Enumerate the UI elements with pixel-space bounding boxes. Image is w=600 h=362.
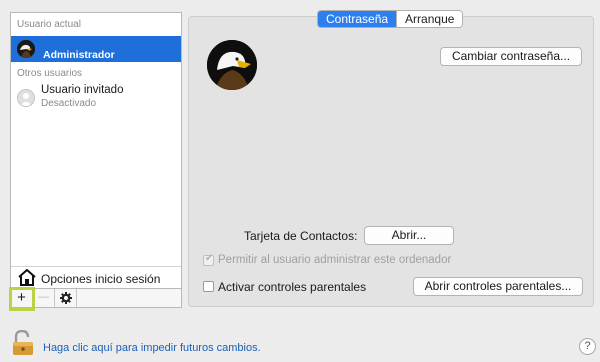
- eagle-avatar-icon: [17, 40, 35, 58]
- user-row-guest[interactable]: Usuario invitado Desactivado: [11, 82, 181, 112]
- user-status: Desactivado: [41, 98, 97, 109]
- parental-controls-checkbox[interactable]: [203, 281, 214, 292]
- house-icon: [18, 268, 36, 289]
- parental-controls-label: Activar controles parentales: [218, 280, 367, 294]
- login-options-item[interactable]: Opciones inicio sesión: [11, 266, 181, 288]
- user-name: Administrador: [43, 49, 115, 61]
- checkmark-icon: ✔: [205, 253, 214, 264]
- user-name: Usuario invitado: [41, 84, 124, 96]
- change-password-button[interactable]: Cambiar contraseña...: [440, 47, 582, 66]
- other-users-section-label: Otros usuarios: [17, 68, 83, 79]
- allow-admin-label: Permitir al usuario administrar este ord…: [218, 254, 452, 266]
- allow-admin-checkbox[interactable]: ✔: [203, 253, 214, 266]
- open-parental-controls-button[interactable]: Abrir controles parentales...: [413, 277, 583, 296]
- lock-instructions-link[interactable]: Haga clic aquí para impedir futuros camb…: [43, 342, 261, 354]
- add-button-highlight: [9, 287, 35, 311]
- user-silhouette-icon: [17, 89, 35, 107]
- eagle-avatar-icon[interactable]: [207, 40, 257, 90]
- users-list[interactable]: Usuario actual Administrador Otros usuar…: [10, 12, 182, 289]
- gear-icon: [59, 291, 72, 308]
- help-button[interactable]: ?: [579, 338, 596, 355]
- list-controls-bar: + —: [10, 289, 182, 308]
- tab-password[interactable]: Contraseña: [318, 11, 397, 27]
- login-options-label: Opciones inicio sesión: [41, 272, 161, 286]
- remove-user-button[interactable]: —: [33, 289, 55, 307]
- user-row-administrator[interactable]: Administrador: [11, 36, 181, 62]
- current-user-section-label: Usuario actual: [17, 19, 81, 30]
- contact-card-label: Tarjeta de Contactos:: [244, 229, 358, 243]
- open-contact-card-button[interactable]: Abrir...: [364, 226, 454, 245]
- actions-button[interactable]: [55, 289, 77, 307]
- tab-bar: Contraseña Arranque: [317, 10, 464, 28]
- lock-open-icon[interactable]: [12, 329, 34, 359]
- tab-startup[interactable]: Arranque: [396, 11, 463, 27]
